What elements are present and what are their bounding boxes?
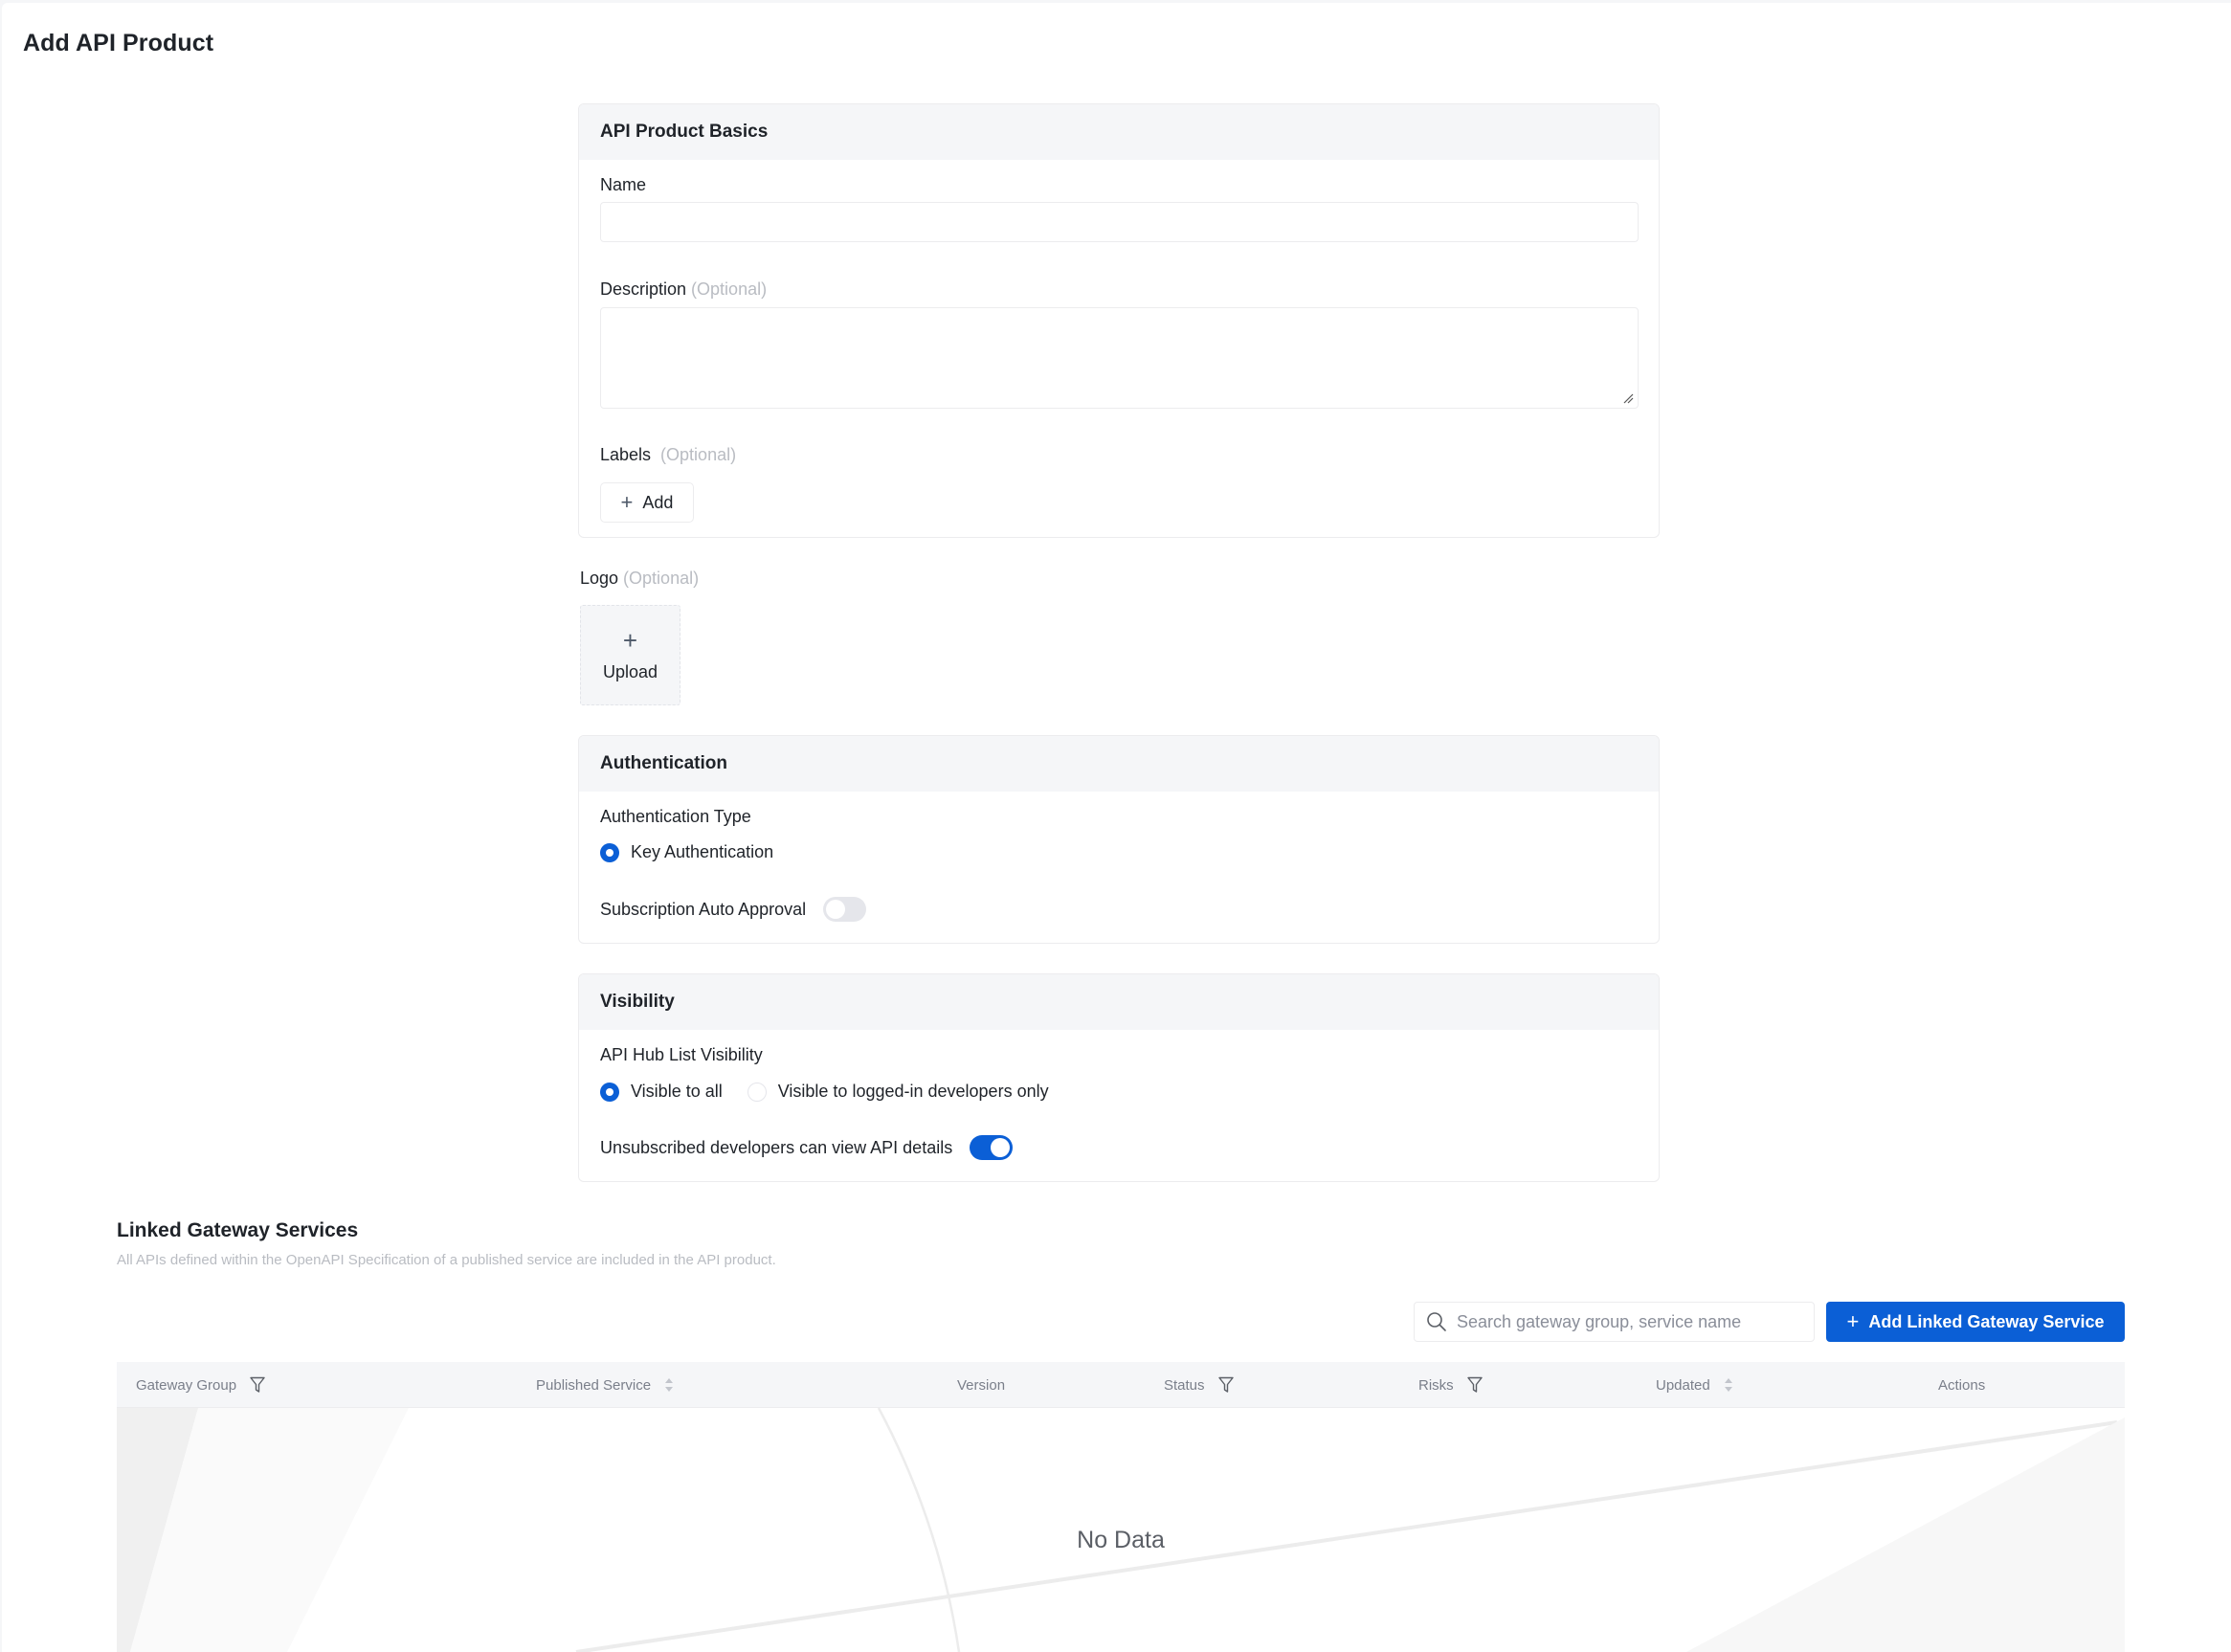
card-header-visibility: Visibility (579, 974, 1659, 1030)
plus-icon: + (620, 490, 634, 514)
radio-key-authentication[interactable]: Key Authentication (600, 842, 773, 862)
subscription-auto-approval-row: Subscription Auto Approval (600, 897, 867, 922)
column-label: Actions (1938, 1376, 1986, 1394)
column-label: Status (1164, 1376, 1205, 1394)
subscription-auto-approval-toggle[interactable] (823, 897, 867, 922)
column-label: Version (957, 1376, 1006, 1394)
visibility-card: Visibility API Hub List Visibility Visib… (578, 973, 1660, 1182)
description-textarea[interactable] (600, 307, 1639, 409)
add-linked-gateway-service-text: Add Linked Gateway Service (1868, 1311, 2105, 1331)
name-label: Name (600, 175, 646, 195)
resize-handle-icon[interactable] (1622, 392, 1634, 404)
add-label-button[interactable]: + Add (600, 482, 694, 523)
column-published-service: Published Service (536, 1362, 674, 1408)
add-linked-gateway-service-button[interactable]: + Add Linked Gateway Service (1826, 1302, 2125, 1342)
labels-label: Labels (Optional) (600, 445, 736, 465)
unsubscribed-view-toggle[interactable] (970, 1135, 1014, 1160)
linked-services-table: Gateway Group Published Service Version … (117, 1362, 2125, 1652)
card-header-basics: API Product Basics (579, 104, 1659, 160)
linked-gateway-services-title: Linked Gateway Services (117, 1219, 359, 1241)
plus-icon: + (1846, 1309, 1860, 1333)
logo-label: Logo (Optional) (580, 569, 699, 589)
filter-icon[interactable] (250, 1376, 265, 1394)
visibility-radio-group: Visible to all Visible to logged-in deve… (600, 1082, 1074, 1102)
plus-icon: + (622, 626, 638, 655)
labels-label-text: Labels (600, 445, 652, 464)
unsubscribed-view-label: Unsubscribed developers can view API det… (600, 1137, 953, 1157)
radio-label: Key Authentication (631, 842, 774, 861)
upload-text: Upload (602, 662, 658, 681)
linked-gateway-services-subtitle: All APIs defined within the OpenAPI Spec… (117, 1252, 776, 1268)
authentication-type-label: Authentication Type (600, 807, 751, 826)
subscription-auto-approval-label: Subscription Auto Approval (600, 899, 807, 919)
sort-icon[interactable] (664, 1376, 674, 1394)
table-body: No Data (117, 1408, 2125, 1652)
radio-label: Visible to logged-in developers only (777, 1082, 1049, 1101)
column-risks: Risks (1418, 1362, 1483, 1408)
radio-checked-icon[interactable] (600, 842, 619, 862)
authentication-card: Authentication Authentication Type Key A… (578, 735, 1660, 944)
page-title: Add API Product (23, 30, 214, 56)
column-updated: Updated (1656, 1362, 1733, 1408)
search-box[interactable] (1414, 1302, 1815, 1342)
search-input[interactable] (1457, 1311, 1801, 1332)
logo-upload-button[interactable]: + Upload (580, 605, 680, 705)
column-label: Updated (1656, 1376, 1710, 1394)
card-header-authentication: Authentication (579, 736, 1659, 792)
optional-tag: (Optional) (623, 569, 700, 588)
authentication-type-radio-group: Key Authentication (600, 842, 798, 862)
search-icon (1427, 1312, 1446, 1331)
column-status: Status (1164, 1362, 1234, 1408)
unsubscribed-view-row: Unsubscribed developers can view API det… (600, 1135, 1014, 1160)
add-label-text: Add (642, 492, 674, 512)
column-label: Published Service (536, 1376, 652, 1394)
filter-icon[interactable] (1466, 1376, 1483, 1394)
column-gateway-group: Gateway Group (136, 1362, 265, 1408)
api-product-basics-card: API Product Basics Name Description (Opti… (578, 103, 1660, 538)
api-hub-list-visibility-label: API Hub List Visibility (600, 1045, 763, 1064)
name-input[interactable] (600, 202, 1639, 242)
sort-icon[interactable] (1724, 1376, 1733, 1394)
empty-state-text: No Data (1077, 1527, 1165, 1553)
description-label: Description (Optional) (600, 279, 767, 300)
column-label: Gateway Group (136, 1376, 237, 1394)
optional-tag: (Optional) (660, 445, 737, 464)
radio-unchecked-icon[interactable] (747, 1082, 767, 1102)
filter-icon[interactable] (1217, 1376, 1234, 1394)
radio-visible-to-all[interactable]: Visible to all (600, 1082, 723, 1102)
column-version: Version (957, 1362, 1005, 1408)
name-label-text: Name (600, 175, 647, 194)
radio-visible-logged-in[interactable]: Visible to logged-in developers only (747, 1082, 1049, 1102)
radio-checked-icon[interactable] (600, 1082, 619, 1102)
optional-tag: (Optional) (691, 279, 768, 299)
radio-label: Visible to all (631, 1082, 723, 1101)
description-label-text: Description (600, 279, 687, 299)
table-header: Gateway Group Published Service Version … (117, 1362, 2125, 1408)
column-label: Risks (1418, 1376, 1454, 1394)
column-actions: Actions (1938, 1362, 1985, 1408)
logo-label-text: Logo (580, 569, 619, 588)
